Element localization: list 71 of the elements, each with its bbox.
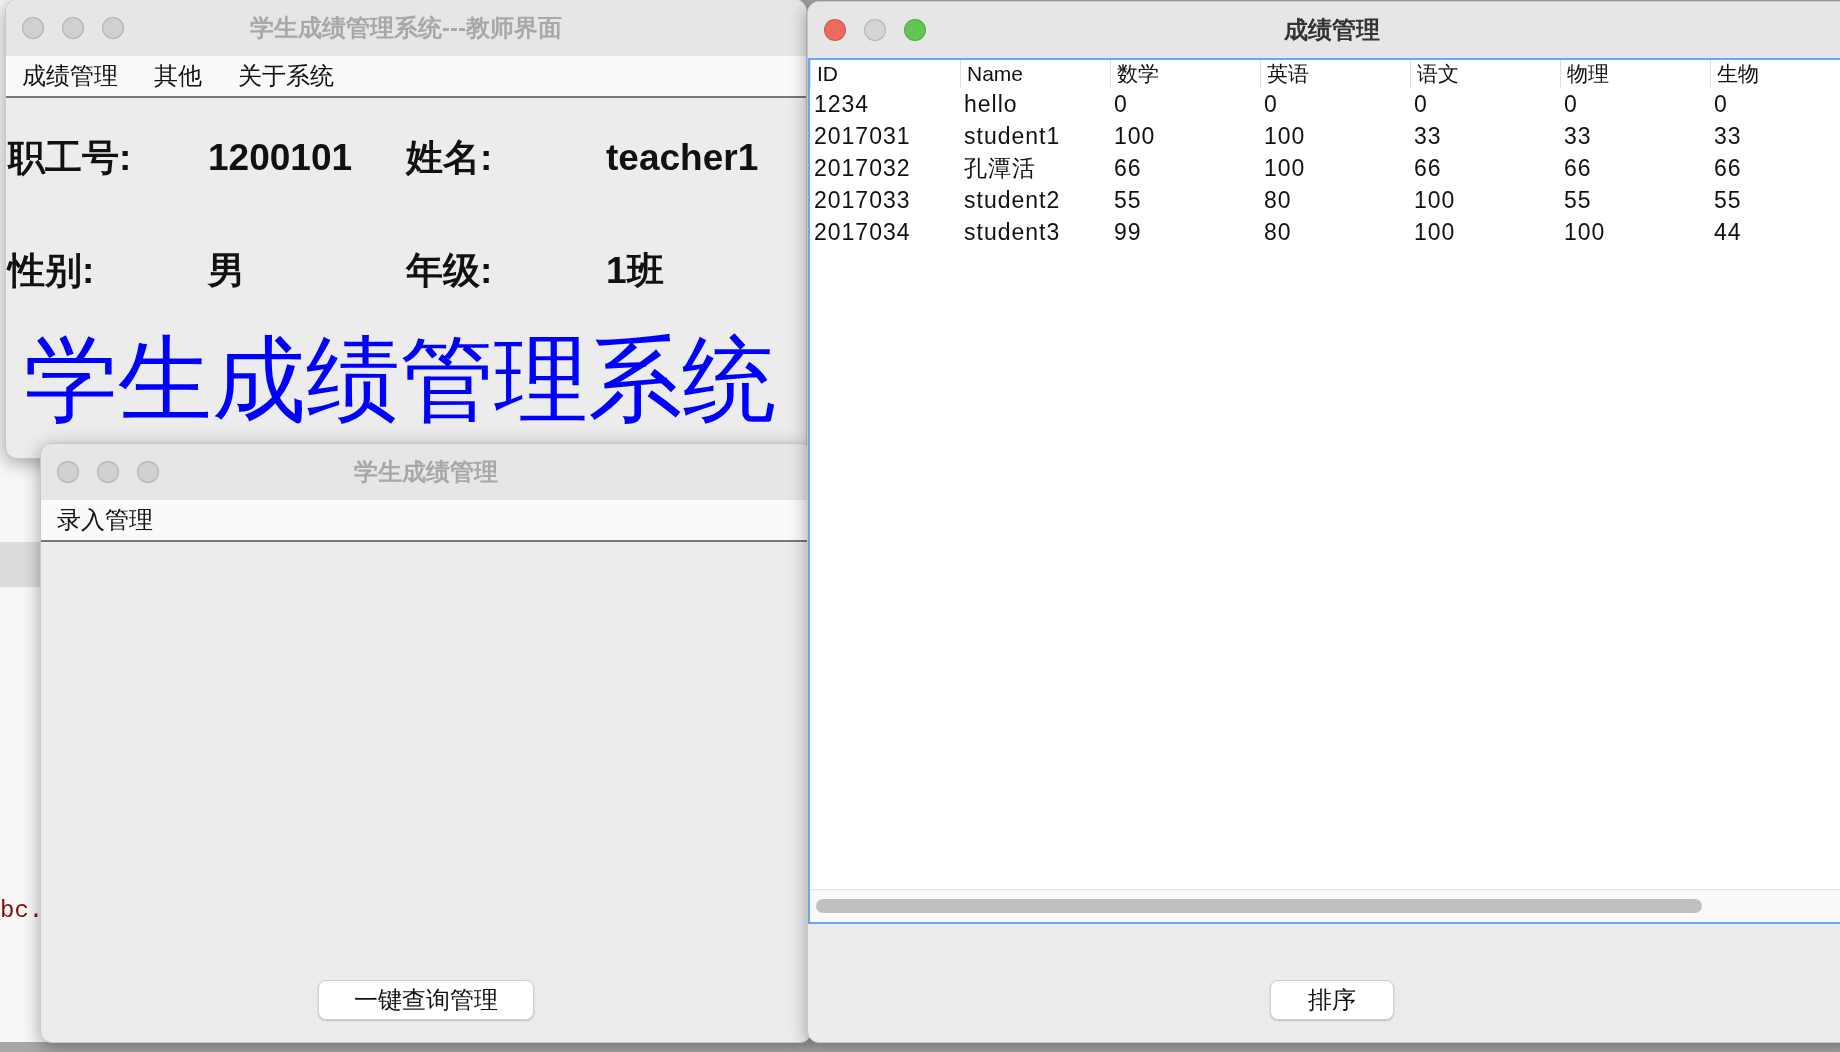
window-title: 成绩管理 [1283, 15, 1381, 45]
column-header[interactable]: Name [960, 60, 1110, 88]
field-label: 姓名: [404, 136, 494, 179]
table-cell-text: 2017031 [813, 121, 912, 151]
table-cell-text: 33 [1413, 121, 1443, 151]
column-header[interactable]: 数学 [1110, 60, 1260, 88]
table-cell-text: 55 [1713, 185, 1743, 215]
field-value: 1班 [605, 249, 665, 292]
table-cell-text: 99 [1113, 217, 1143, 247]
table-cell-text: hello [963, 89, 1019, 119]
menu-item[interactable]: 关于系统 [238, 60, 334, 92]
table-cell-text: 2017033 [813, 185, 912, 215]
close-button[interactable] [824, 19, 846, 41]
minimize-button[interactable] [97, 461, 119, 483]
table-cell-text: student1 [963, 121, 1062, 151]
table-cell-text: 100 [1263, 121, 1307, 151]
column-header[interactable]: 语文 [1410, 60, 1560, 88]
table-cell-text: 0 [1113, 89, 1129, 119]
window-title: 学生成绩管理系统---教师界面 [249, 13, 563, 43]
table-cell-text: 100 [1413, 185, 1457, 215]
field-value: 男 [206, 249, 246, 292]
minimize-button[interactable] [864, 19, 886, 41]
zoom-button[interactable] [904, 19, 926, 41]
table-cell-text: 33 [1713, 121, 1743, 151]
zoom-button[interactable] [137, 461, 159, 483]
zoom-button[interactable] [102, 17, 124, 39]
table-cell-text: 孔潭活 [963, 153, 1037, 183]
window-title: 学生成绩管理 [353, 457, 499, 487]
table-cell-text: 1234 [813, 89, 871, 119]
close-button[interactable] [57, 461, 79, 483]
table-cell-text: 0 [1563, 89, 1579, 119]
table-cell-text: 80 [1263, 217, 1293, 247]
close-button[interactable] [22, 17, 44, 39]
field-label: 性别: [6, 249, 96, 292]
column-header[interactable]: 英语 [1260, 60, 1410, 88]
field-label: 职工号: [6, 136, 133, 179]
table-cell-text: 66 [1563, 153, 1593, 183]
code-text: bc. [0, 897, 45, 924]
table-cell-text: 100 [1263, 153, 1307, 183]
table-cell-text: 55 [1113, 185, 1143, 215]
column-header[interactable]: 生物 [1710, 60, 1840, 88]
table-cell-text: 100 [1113, 121, 1157, 151]
table-cell-text: 66 [1413, 153, 1443, 183]
table-cell-text: 33 [1563, 121, 1593, 151]
table-cell-text: 0 [1713, 89, 1729, 119]
banner-title: 学生成绩管理系统 [23, 330, 777, 430]
query-button[interactable]: 一键查询管理 [318, 980, 534, 1020]
table-cell-text: 100 [1413, 217, 1457, 247]
table-cell-text: student2 [963, 185, 1062, 215]
field-value: teacher1 [605, 136, 760, 179]
table-cell-text: 100 [1563, 217, 1607, 247]
table-cell-text: student3 [963, 217, 1062, 247]
table-cell-text: 80 [1263, 185, 1293, 215]
field-label: 年级: [404, 249, 494, 292]
menu-item[interactable]: 成绩管理 [22, 60, 118, 92]
column-header[interactable]: ID [810, 60, 960, 88]
table-cell-text: 66 [1713, 153, 1743, 183]
table-cell-text: 55 [1563, 185, 1593, 215]
sort-button[interactable]: 排序 [1270, 980, 1394, 1020]
column-header[interactable]: 物理 [1560, 60, 1710, 88]
scrollbar-thumb[interactable] [816, 899, 1702, 913]
table-cell-text: 0 [1413, 89, 1429, 119]
menu-item[interactable]: 录入管理 [57, 504, 153, 536]
field-value: 1200101 [207, 136, 354, 179]
table-cell-text: 0 [1263, 89, 1279, 119]
table-cell-text: 2017032 [813, 153, 912, 183]
minimize-button[interactable] [62, 17, 84, 39]
menu-item[interactable]: 其他 [154, 60, 202, 92]
table-cell-text: 66 [1113, 153, 1143, 183]
table-cell-text: 44 [1713, 217, 1743, 247]
table-cell-text: 2017034 [813, 217, 912, 247]
